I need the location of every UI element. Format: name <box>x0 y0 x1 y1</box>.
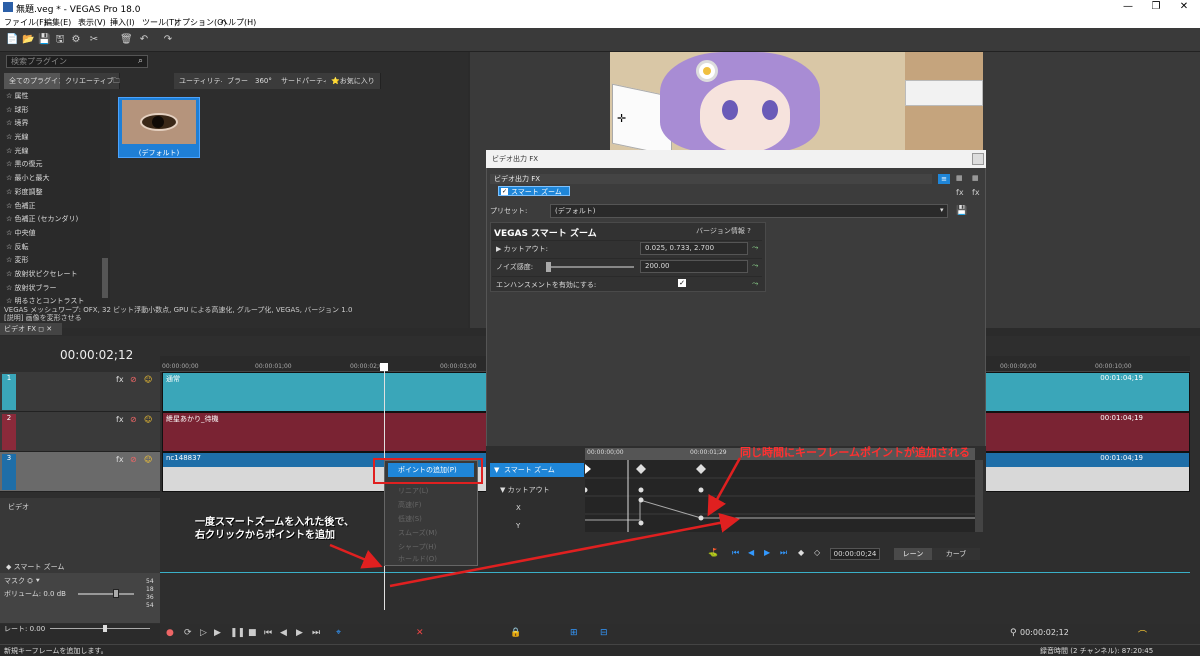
annotation-arrows <box>329 457 742 588</box>
status-message: 新規キーフレームを追加します。 <box>4 647 108 655</box>
status-bar: 新規キーフレームを追加します。 録音時間 (2 チャンネル): 87:20:45 <box>0 644 1200 656</box>
record-time: 録音時間 (2 チャンネル): 87:20:45 <box>1040 647 1154 655</box>
